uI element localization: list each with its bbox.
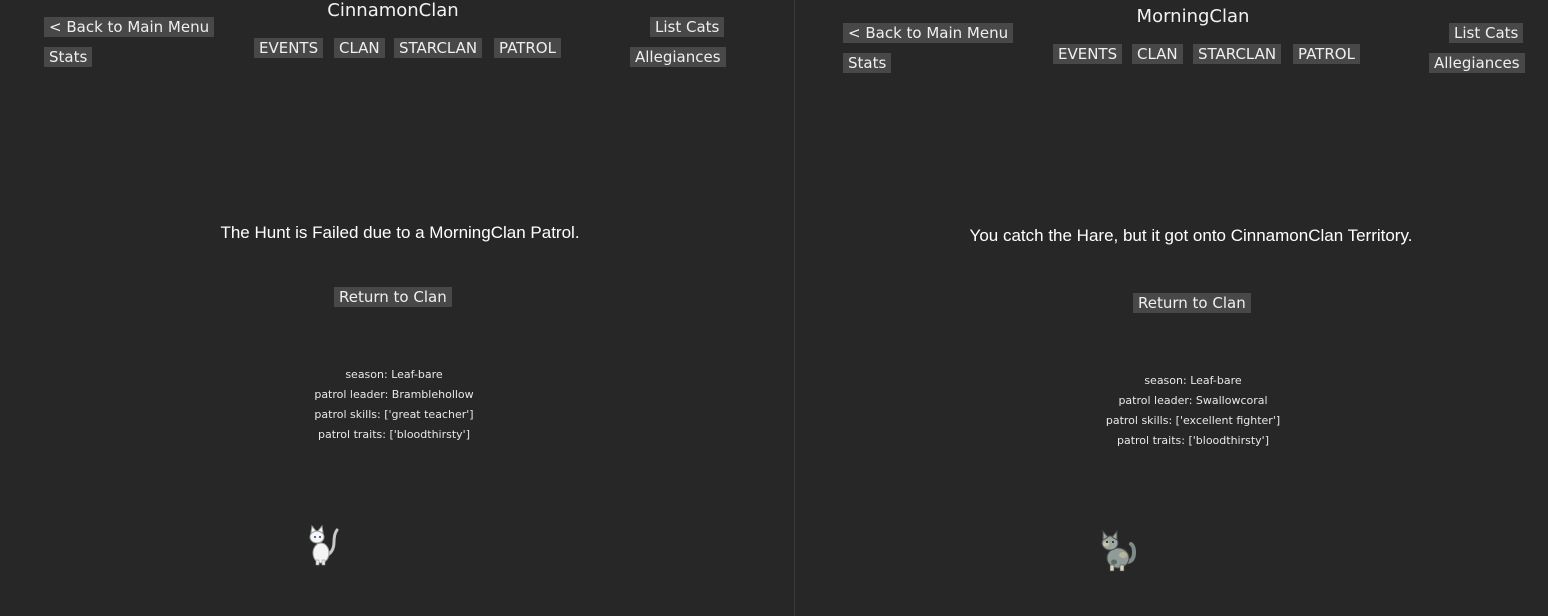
tab-events[interactable]: EVENTS: [254, 38, 324, 58]
stats-button[interactable]: Stats: [44, 47, 93, 67]
allegiances-button[interactable]: Allegiances: [1429, 53, 1525, 73]
patrol-skills-label: patrol skills: ['excellent fighter']: [1105, 414, 1281, 427]
tab-events[interactable]: EVENTS: [1053, 44, 1123, 64]
return-to-clan-button[interactable]: Return to Clan: [1133, 293, 1251, 313]
patrol-traits-label: patrol traits: ['bloodthirsty']: [1116, 434, 1270, 447]
clan-title: CinnamonClan: [327, 0, 459, 21]
tab-starclan[interactable]: STARCLAN: [1193, 44, 1282, 64]
back-to-main-menu-button[interactable]: < Back to Main Menu: [44, 17, 215, 37]
patrol-leader-label: patrol leader: Bramblehollow: [314, 388, 474, 401]
patrol-skills-label: patrol skills: ['great teacher']: [314, 408, 474, 421]
tab-patrol[interactable]: PATROL: [494, 38, 561, 58]
stats-button[interactable]: Stats: [843, 53, 892, 73]
patrol-info: season: Leaf-bare patrol leader: Bramble…: [314, 365, 473, 445]
morningclan-patrol-screen: MorningClan < Back to Main Menu Stats EV…: [795, 0, 1548, 616]
back-to-main-menu-button[interactable]: < Back to Main Menu: [843, 23, 1014, 43]
clan-title: MorningClan: [1136, 6, 1250, 27]
tab-starclan[interactable]: STARCLAN: [394, 38, 483, 58]
cinnamonclan-patrol-screen: CinnamonClan < Back to Main Menu Stats E…: [0, 0, 794, 616]
allegiances-button[interactable]: Allegiances: [630, 47, 726, 67]
tab-patrol[interactable]: PATROL: [1293, 44, 1360, 64]
list-cats-button[interactable]: List Cats: [1449, 23, 1524, 43]
list-cats-button[interactable]: List Cats: [650, 17, 725, 37]
patrol-result-text: The Hunt is Failed due to a MorningClan …: [220, 223, 580, 242]
patrol-info: season: Leaf-bare patrol leader: Swallow…: [1106, 371, 1280, 451]
patrol-result-text: You catch the Hare, but it got onto Cinn…: [969, 226, 1413, 245]
tab-clan[interactable]: CLAN: [1132, 44, 1183, 64]
grey-tortie-cat-icon: [1101, 529, 1137, 572]
return-to-clan-button[interactable]: Return to Clan: [334, 287, 452, 307]
patrol-traits-label: patrol traits: ['bloodthirsty']: [317, 428, 471, 441]
patrol-leader-label: patrol leader: Swallowcoral: [1118, 394, 1268, 407]
season-label: season: Leaf-bare: [345, 368, 443, 381]
season-label: season: Leaf-bare: [1144, 374, 1242, 387]
tab-clan[interactable]: CLAN: [334, 38, 385, 58]
white-cat-icon: [309, 524, 339, 566]
